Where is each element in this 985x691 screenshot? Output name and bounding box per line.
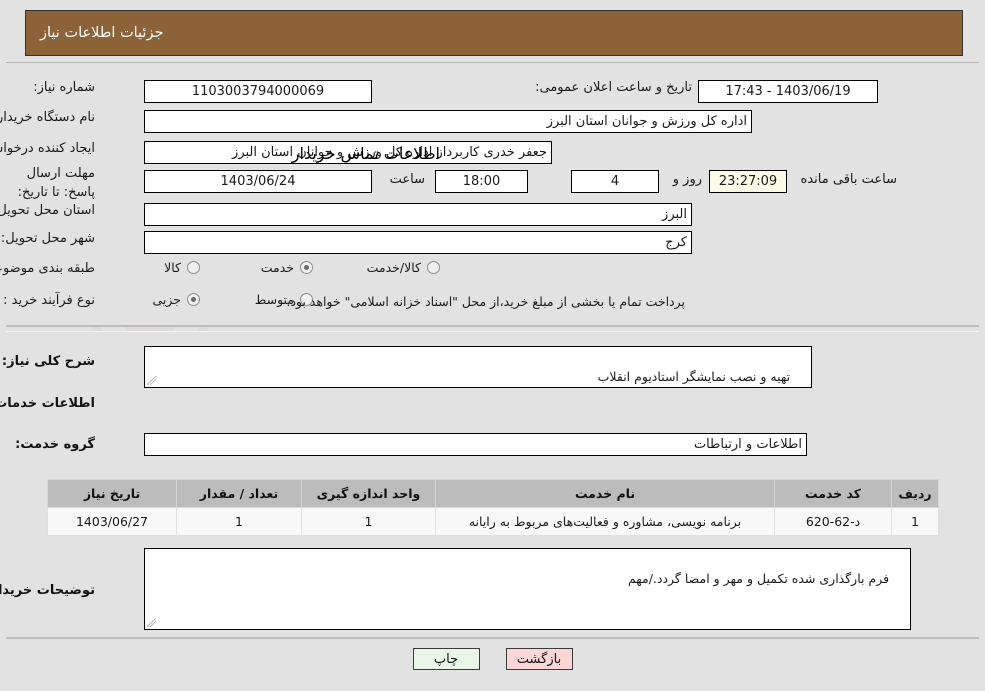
category-label: طبقه بندی موضوعی: xyxy=(0,261,95,276)
general-desc-label: شرح کلی نیاز: xyxy=(1,354,95,369)
need-number-row: شماره نیاز: xyxy=(33,80,95,95)
province-row: استان محل تحویل: xyxy=(0,203,95,218)
th-need-date: تاریخ نیاز xyxy=(47,479,177,508)
city-row: شهر محل تحویل: xyxy=(1,231,95,246)
cell-need-date: 1403/06/27 xyxy=(47,507,177,536)
category-option-kala-khedmat[interactable]: کالا/خدمت xyxy=(367,260,440,275)
purchase-type-row: نوع فرآیند خرید : xyxy=(3,293,95,308)
cell-row: 1 xyxy=(891,507,939,536)
cell-code: د-62-620 xyxy=(774,507,892,536)
category-option-kala[interactable]: کالا xyxy=(164,260,200,275)
category-option-kala-label: کالا xyxy=(164,260,181,275)
table-row: 1 د-62-620 برنامه نویسی، مشاوره و فعالیت… xyxy=(47,507,939,536)
buyer-org-row: نام دستگاه خریدار: xyxy=(0,110,95,125)
radio-kala-icon[interactable] xyxy=(187,261,200,274)
table-header-row: ردیف کد خدمت نام خدمت واحد اندازه گیری ت… xyxy=(47,479,939,508)
deadline-time: 18:00 xyxy=(435,170,528,193)
deadline-days: 4 xyxy=(571,170,659,193)
th-qty: تعداد / مقدار xyxy=(176,479,302,508)
radio-jozei-icon[interactable] xyxy=(187,293,200,306)
service-group-value: اطلاعات و ارتباطات xyxy=(144,433,807,456)
deadline-row: مهلت ارسال پاسخ: تا تاریخ: xyxy=(15,165,95,203)
category-option-khedmat-label: خدمت xyxy=(260,260,294,275)
announce-datetime-value: 1403/06/19 - 17:43 xyxy=(698,80,878,103)
city-value: کرج xyxy=(144,231,692,254)
purchase-type-note: پرداخت تمام یا بخشی از مبلغ خرید،از محل … xyxy=(286,294,685,309)
requester-label: ایجاد کننده درخواست: xyxy=(0,141,95,156)
th-code: کد خدمت xyxy=(774,479,892,508)
services-section-title: اطلاعات خدمات مورد نیاز xyxy=(0,396,95,411)
services-table: ردیف کد خدمت نام خدمت واحد اندازه گیری ت… xyxy=(47,479,939,536)
service-group-label: گروه خدمت: xyxy=(15,437,95,452)
category-row: طبقه بندی موضوعی: xyxy=(0,261,95,276)
th-name: نام خدمت xyxy=(435,479,775,508)
buyer-org-value: اداره کل ورزش و جوانان استان البرز xyxy=(144,110,752,133)
requester-row: ایجاد کننده درخواست: xyxy=(0,141,95,156)
buyer-org-label: نام دستگاه خریدار: xyxy=(0,110,95,125)
cell-name: برنامه نویسی، مشاوره و فعالیت‌های مربوط … xyxy=(435,507,775,536)
deadline-remaining-label: ساعت باقی مانده xyxy=(800,172,897,187)
general-desc-value: تهیه و نصب نمایشگر استادیوم انقلاب xyxy=(597,369,791,385)
announce-datetime-label: تاریخ و ساعت اعلان عمومی: xyxy=(535,80,692,95)
announce-datetime-label-wrap: تاریخ و ساعت اعلان عمومی: xyxy=(535,80,692,95)
th-row: ردیف xyxy=(891,479,939,508)
radio-khedmat-icon[interactable] xyxy=(300,261,313,274)
deadline-days-label: روز و xyxy=(672,172,702,187)
deadline-time-label: ساعت xyxy=(389,172,425,187)
category-option-khedmat[interactable]: خدمت xyxy=(261,260,313,275)
deadline-label: مهلت ارسال پاسخ: تا تاریخ: xyxy=(17,166,95,200)
province-label: استان محل تحویل: xyxy=(0,203,95,218)
th-unit: واحد اندازه گیری xyxy=(301,479,436,508)
cell-qty: 1 xyxy=(176,507,302,536)
city-label: شهر محل تحویل: xyxy=(0,231,95,246)
need-number-value: 1103003794000069 xyxy=(144,80,372,103)
purchase-type-label: نوع فرآیند خرید : xyxy=(3,293,95,308)
deadline-countdown: 23:27:09 xyxy=(709,170,787,193)
category-option-kala-khedmat-label: کالا/خدمت xyxy=(366,260,421,275)
buyer-notes-label: توضیحات خریدار: xyxy=(0,583,95,598)
buyer-contact-link[interactable]: اطلاعات تماس خریدار xyxy=(292,144,440,163)
radio-kala-khedmat-icon[interactable] xyxy=(427,261,440,274)
back-button[interactable]: بازگشت xyxy=(505,648,573,670)
print-button[interactable]: چاپ xyxy=(412,648,480,670)
resize-grip-icon[interactable] xyxy=(147,376,157,386)
need-number-label: شماره نیاز: xyxy=(33,80,95,95)
purchase-option-jozei-label: جزیی xyxy=(152,292,181,307)
action-buttons: بازگشت چاپ xyxy=(0,648,985,670)
deadline-date: 1403/06/24 xyxy=(144,170,372,193)
buyer-notes-value: فرم بارگذاری شده تکمیل و مهر و امضا گردد… xyxy=(627,571,890,587)
province-value: البرز xyxy=(144,203,692,226)
page-title: جزئیات اطلاعات نیاز xyxy=(40,25,164,41)
need-details-page: AriaTender.net جزئیات اطلاعات نیاز شماره… xyxy=(0,0,985,691)
resize-grip-icon-2[interactable] xyxy=(147,618,157,628)
page-header: جزئیات اطلاعات نیاز xyxy=(25,10,963,56)
cell-unit: 1 xyxy=(301,507,436,536)
general-desc-textarea[interactable]: تهیه و نصب نمایشگر استادیوم انقلاب xyxy=(144,346,812,388)
buyer-notes-textarea[interactable]: فرم بارگذاری شده تکمیل و مهر و امضا گردد… xyxy=(144,548,911,630)
purchase-option-jozei[interactable]: جزیی xyxy=(152,292,200,307)
